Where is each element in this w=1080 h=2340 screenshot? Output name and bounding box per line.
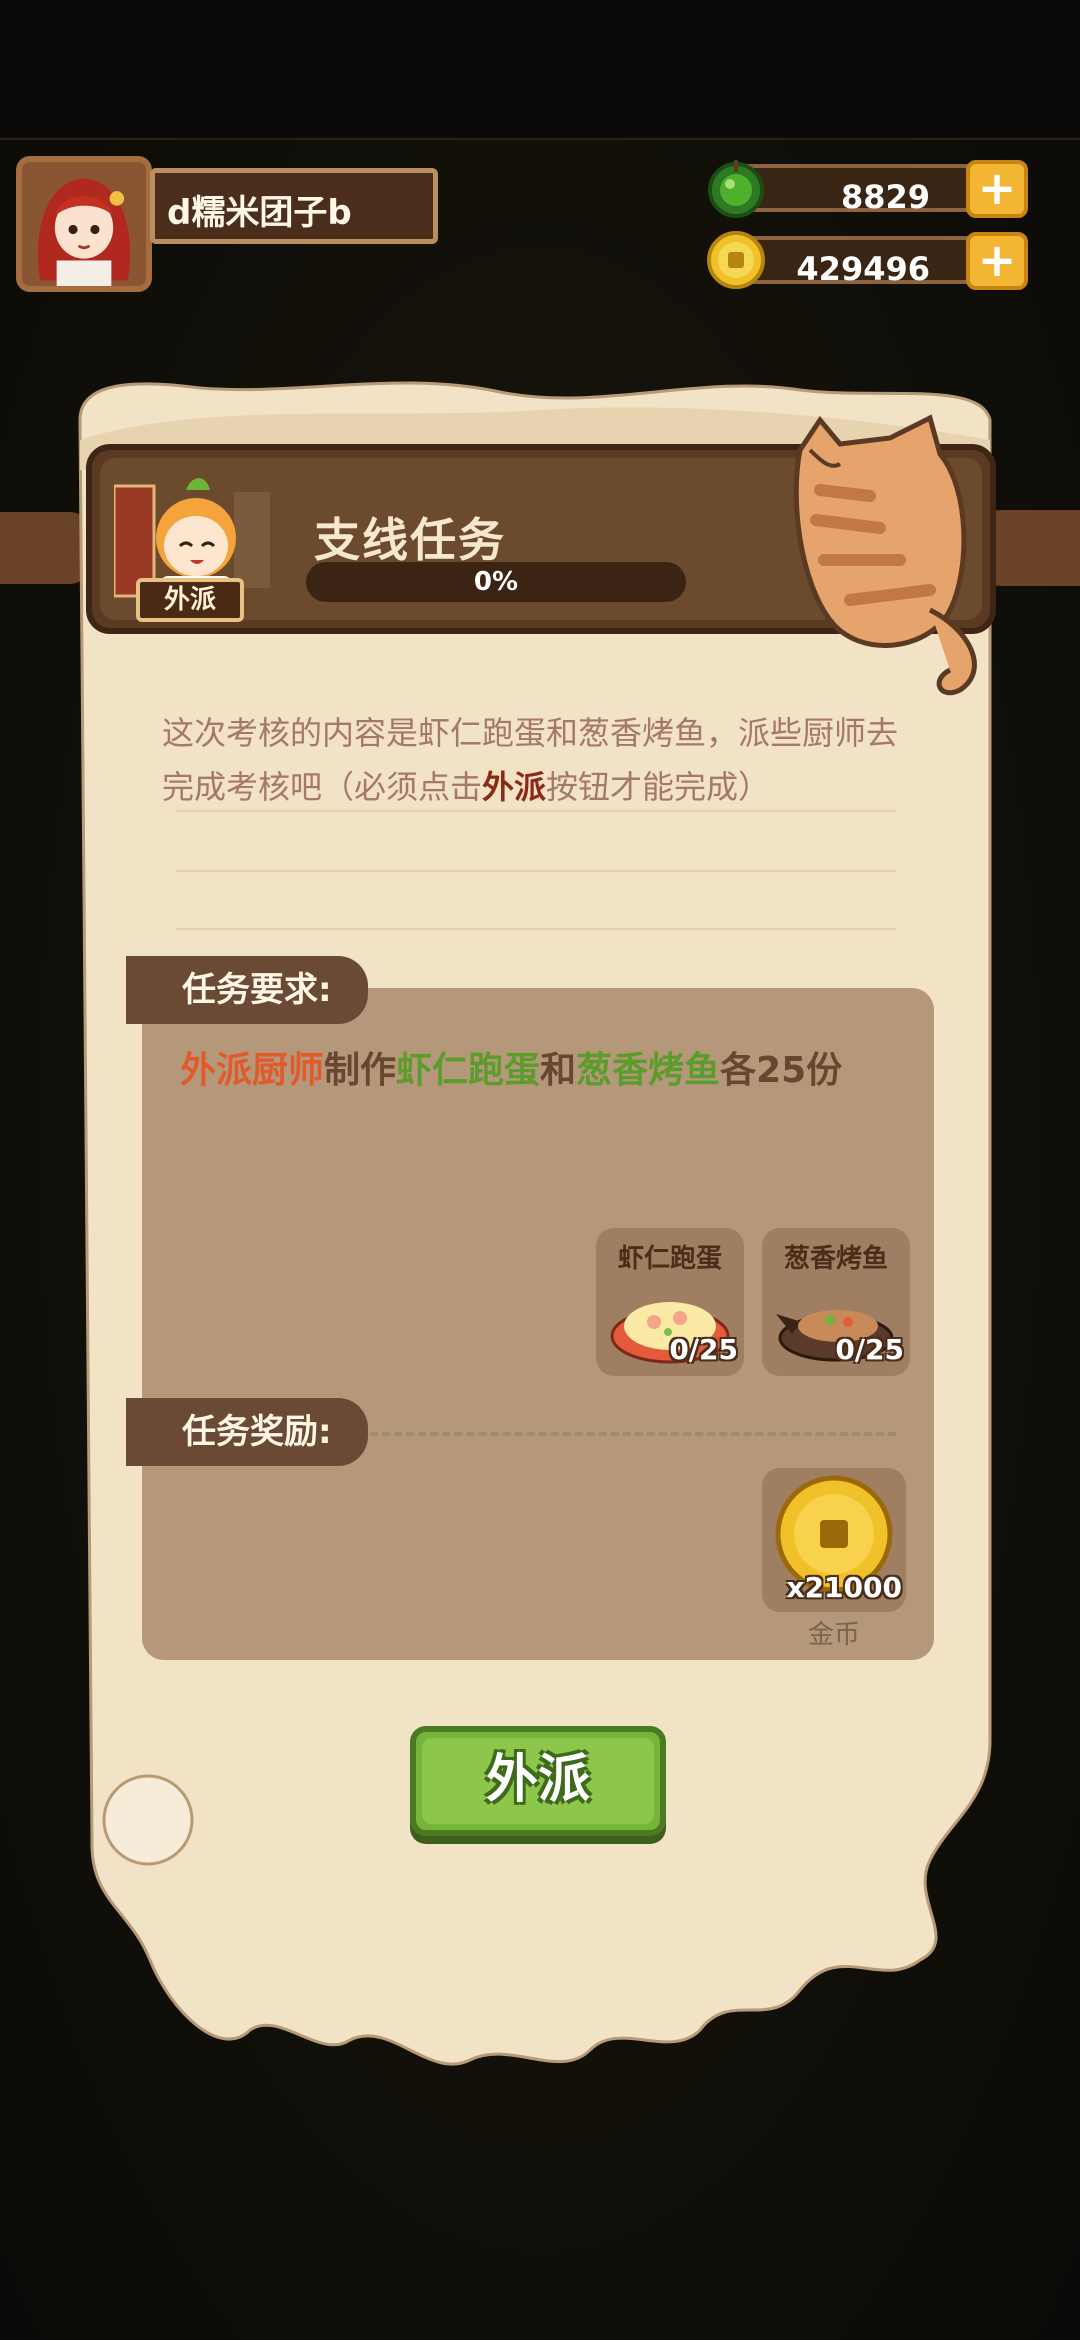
progress-text: 0%: [473, 567, 519, 597]
divider-line: [176, 810, 896, 812]
quest-progress-bar: 0%: [306, 562, 686, 602]
reward-label: 任务奖励:: [126, 1398, 368, 1466]
req-part-3: 虾仁跑蛋: [396, 1050, 541, 1091]
req-part-6: 各25份: [720, 1050, 843, 1091]
description-text-2: 按钮才能完成）: [546, 768, 771, 806]
req-part-1: 外派厨师: [180, 1050, 325, 1091]
req-part-5: 葱香烤鱼: [576, 1050, 721, 1091]
req-part-2: 制作: [324, 1050, 397, 1091]
quest-title: 支线任务: [314, 513, 506, 567]
description-highlight: 外派: [482, 768, 547, 806]
reward-divider: [370, 1432, 896, 1436]
dish-name: 虾仁跑蛋: [617, 1244, 722, 1274]
requirement-text: 外派厨师制作虾仁跑蛋和葱香烤鱼各25份: [180, 1044, 920, 1098]
reward-amount: x21000: [786, 1571, 902, 1604]
dish-name: 葱香烤鱼: [783, 1244, 888, 1274]
dispatch-badge: 外派: [136, 578, 244, 622]
dispatch-button[interactable]: 外派: [410, 1726, 666, 1836]
quest-description: 这次考核的内容是虾仁跑蛋和葱香烤鱼，派些厨师去完成考核吧（必须点击外派按钮才能完…: [162, 706, 922, 814]
reward-card-gold[interactable]: x21000: [762, 1468, 906, 1612]
dish-count: 0/25: [669, 1333, 738, 1366]
reward-name: 金币: [807, 1620, 860, 1650]
requirement-label: 任务要求:: [126, 956, 368, 1024]
req-part-4: 和: [540, 1050, 577, 1091]
dispatch-button-label: 外派: [485, 1750, 590, 1810]
dish-card-grilled-fish[interactable]: 葱香烤鱼 0/25: [762, 1228, 910, 1376]
dish-card-shrimp-omelette[interactable]: 虾仁跑蛋 0/25: [596, 1228, 744, 1376]
cat-mascot-icon: [793, 414, 977, 696]
divider-line: [176, 870, 896, 872]
divider-line: [176, 928, 896, 930]
dish-count: 0/25: [835, 1333, 904, 1366]
